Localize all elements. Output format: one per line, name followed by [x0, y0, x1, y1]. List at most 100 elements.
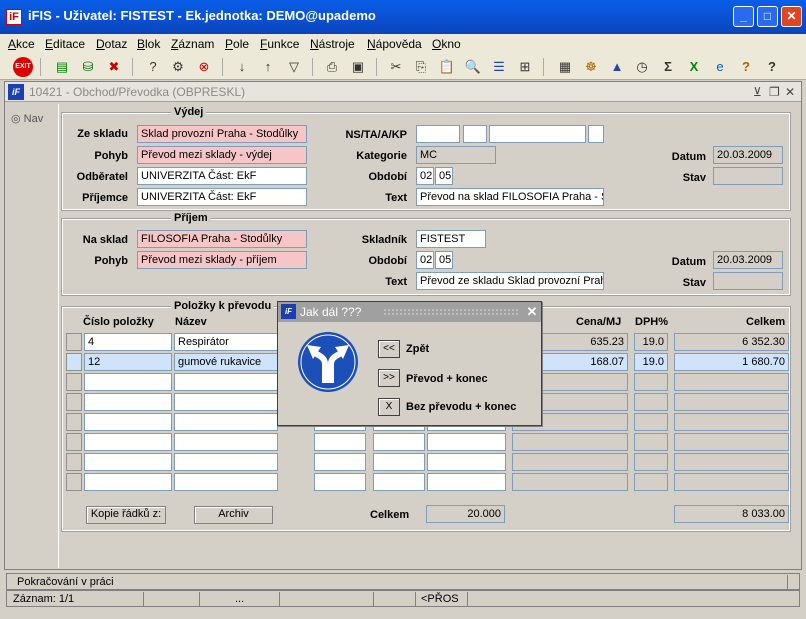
- query-icon[interactable]: ?: [143, 57, 163, 77]
- empty-cell[interactable]: [634, 373, 668, 391]
- empty-cell[interactable]: [634, 413, 668, 431]
- copy-icon[interactable]: ⎘: [411, 57, 431, 77]
- filter-icon[interactable]: ▽: [284, 57, 304, 77]
- row-selector[interactable]: [66, 333, 82, 351]
- row-selector[interactable]: [66, 473, 82, 491]
- maximize-button[interactable]: □: [757, 6, 778, 27]
- skladnik-field[interactable]: FISTEST: [416, 230, 486, 248]
- empty-cell[interactable]: [674, 433, 789, 451]
- empty-cell[interactable]: [314, 453, 366, 471]
- empty-cell[interactable]: [174, 433, 278, 451]
- empty-cell[interactable]: [84, 393, 172, 411]
- prijem-stav-field[interactable]: [713, 272, 783, 290]
- cut-icon[interactable]: ✂: [386, 57, 406, 77]
- row-celkem[interactable]: 1 680.70: [674, 353, 789, 371]
- kp-field[interactable]: [588, 125, 604, 143]
- form-minimize-icon[interactable]: ⊻: [753, 85, 762, 99]
- empty-cell[interactable]: [512, 433, 628, 451]
- vydej-obdobi-month[interactable]: 02: [416, 167, 434, 185]
- odberatel-field[interactable]: UNIVERZITA Část: EkF: [137, 167, 307, 185]
- vydej-obdobi-year[interactable]: 05: [435, 167, 453, 185]
- celkem-qty-field[interactable]: 20.000: [426, 505, 505, 523]
- menu-napoveda[interactable]: Nápověda: [367, 37, 422, 51]
- row-selector[interactable]: [66, 353, 82, 371]
- empty-cell[interactable]: [84, 473, 172, 491]
- empty-cell[interactable]: [314, 473, 366, 491]
- sort-desc-icon[interactable]: ↑: [258, 57, 278, 77]
- execute-query-icon[interactable]: ⚙: [168, 57, 188, 77]
- empty-cell[interactable]: [512, 473, 628, 491]
- zpet-button[interactable]: <<: [378, 340, 400, 358]
- vydej-pohyb-field[interactable]: Převod mezi sklady - výdej: [137, 146, 307, 164]
- empty-cell[interactable]: [674, 473, 789, 491]
- empty-cell[interactable]: [674, 393, 789, 411]
- dialog-close-icon[interactable]: ✕: [525, 305, 539, 319]
- empty-cell[interactable]: [674, 413, 789, 431]
- empty-cell[interactable]: [314, 433, 366, 451]
- save-icon[interactable]: ⛁: [78, 57, 98, 77]
- row-selector[interactable]: [66, 433, 82, 451]
- row-selector[interactable]: [66, 373, 82, 391]
- menu-okno[interactable]: Okno: [432, 37, 461, 51]
- menu-editace[interactable]: Editace: [45, 37, 85, 51]
- row-selector[interactable]: [66, 413, 82, 431]
- empty-cell[interactable]: [427, 433, 506, 451]
- prijem-datum-field[interactable]: 20.03.2009: [713, 251, 783, 269]
- menu-blok[interactable]: Blok: [137, 37, 160, 51]
- vydej-datum-field[interactable]: 20.03.2009: [713, 146, 783, 164]
- exit-icon[interactable]: EXIT: [13, 57, 33, 77]
- vydej-text-field[interactable]: Převod na sklad FILOSOFIA Praha - St: [416, 188, 604, 206]
- empty-cell[interactable]: [674, 453, 789, 471]
- row-cislo[interactable]: 4: [84, 333, 172, 351]
- empty-cell[interactable]: [373, 473, 425, 491]
- empty-cell[interactable]: [373, 453, 425, 471]
- menu-dotaz[interactable]: Dotaz: [96, 37, 127, 51]
- archiv-button[interactable]: Archiv: [194, 506, 273, 524]
- excel-icon[interactable]: X: [684, 57, 704, 77]
- row-selector[interactable]: [66, 453, 82, 471]
- print-icon[interactable]: ⎙: [322, 57, 342, 77]
- row-nazev[interactable]: gumové rukavice: [174, 353, 278, 371]
- kategorie-field[interactable]: MC: [416, 146, 496, 164]
- clock-icon[interactable]: ◷: [632, 57, 652, 77]
- ns-field[interactable]: [416, 125, 460, 143]
- nav-item[interactable]: ◎ Nav: [11, 112, 43, 125]
- menu-pole[interactable]: Pole: [225, 37, 249, 51]
- sum-icon[interactable]: Σ: [658, 57, 678, 77]
- row-selector[interactable]: [66, 393, 82, 411]
- bez-prevodu-button[interactable]: X: [378, 398, 400, 416]
- menu-akce[interactable]: Akce: [8, 37, 35, 51]
- empty-cell[interactable]: [174, 373, 278, 391]
- helm-icon[interactable]: ☸: [581, 57, 601, 77]
- menu-zaznam[interactable]: Záznam: [171, 37, 214, 51]
- row-nazev[interactable]: Respirátor: [174, 333, 278, 351]
- empty-cell[interactable]: [174, 393, 278, 411]
- vydej-stav-field[interactable]: [713, 167, 783, 185]
- empty-cell[interactable]: [174, 473, 278, 491]
- menu-nastroje[interactable]: Nástroje: [310, 37, 355, 51]
- empty-cell[interactable]: [427, 453, 506, 471]
- row-dph[interactable]: 19.0: [634, 353, 668, 371]
- empty-cell[interactable]: [512, 453, 628, 471]
- insert-record-icon[interactable]: ▤: [52, 57, 72, 77]
- close-button[interactable]: ✕: [781, 6, 802, 27]
- empty-cell[interactable]: [373, 433, 425, 451]
- sort-asc-icon[interactable]: ↓: [232, 57, 252, 77]
- delete-record-icon[interactable]: ✖: [104, 57, 124, 77]
- help-icon[interactable]: ?: [762, 57, 782, 77]
- paste-icon[interactable]: 📋: [437, 57, 457, 77]
- search-icon[interactable]: 🔍: [463, 57, 483, 77]
- empty-cell[interactable]: [84, 373, 172, 391]
- form-close-icon[interactable]: ✕: [785, 85, 795, 99]
- browser-icon[interactable]: e: [710, 57, 730, 77]
- ta-field[interactable]: [463, 125, 487, 143]
- list-icon[interactable]: ☰: [489, 57, 509, 77]
- empty-cell[interactable]: [427, 473, 506, 491]
- prijemce-field[interactable]: UNIVERZITA Část: EkF: [137, 188, 307, 206]
- print-preview-icon[interactable]: ▣: [348, 57, 368, 77]
- empty-cell[interactable]: [174, 413, 278, 431]
- prijem-text-field[interactable]: Převod ze skladu Sklad provozní Prah: [416, 272, 604, 290]
- empty-cell[interactable]: [84, 453, 172, 471]
- help-context-icon[interactable]: ?: [736, 57, 756, 77]
- empty-cell[interactable]: [84, 433, 172, 451]
